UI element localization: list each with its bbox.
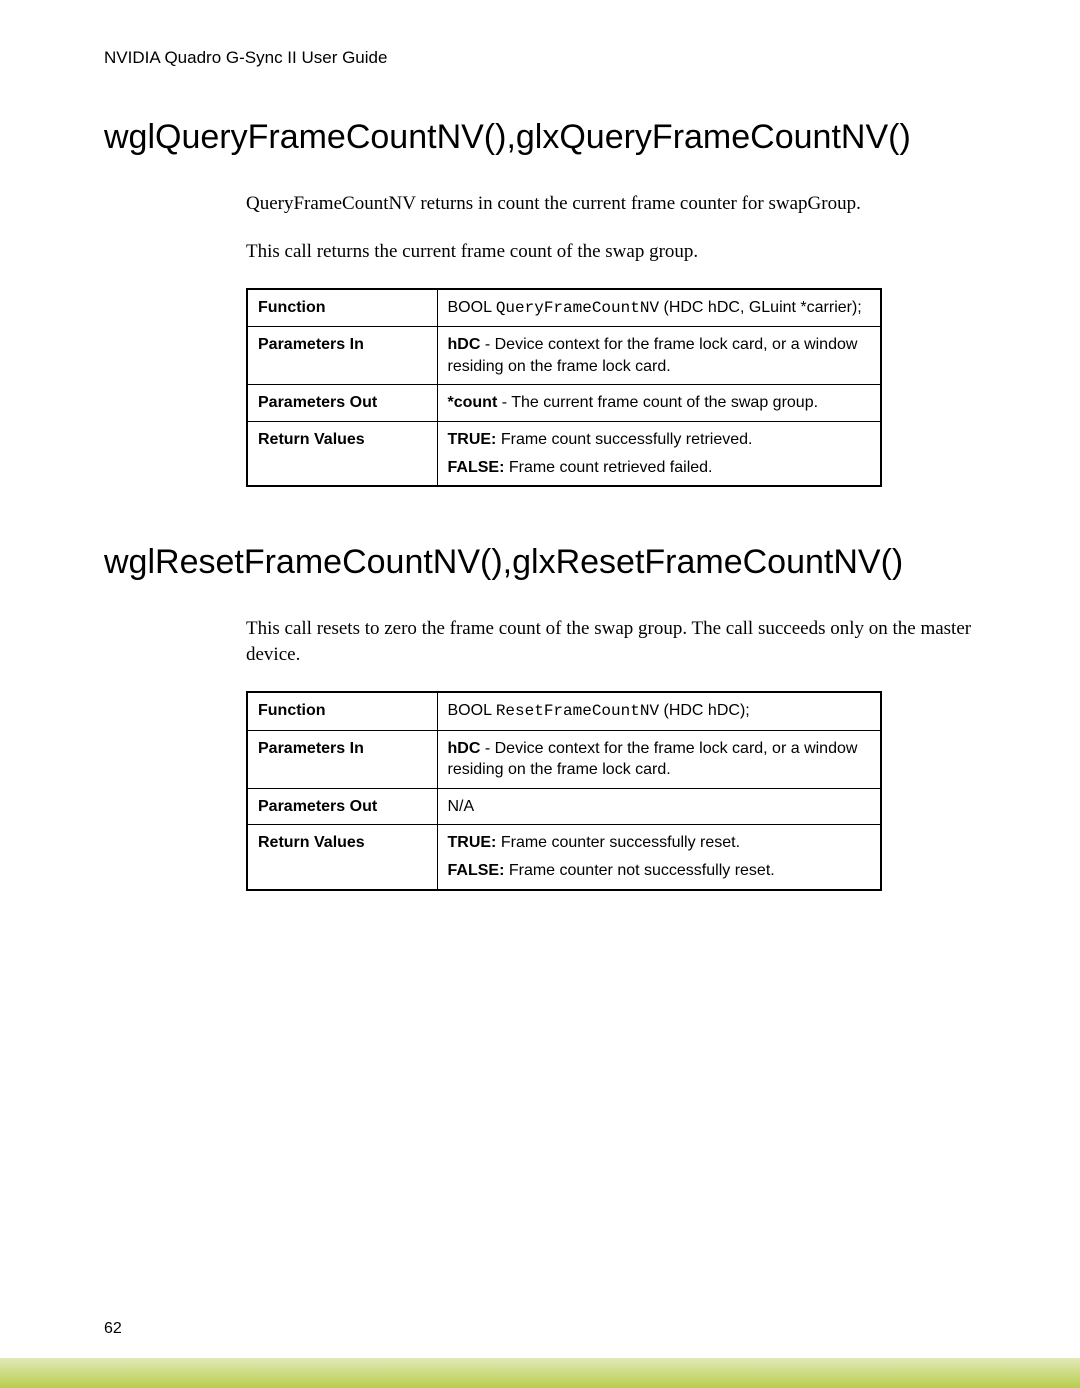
return-values-content: TRUE: Frame count successfully retrieved… bbox=[437, 422, 881, 487]
table-row: Parameters Out N/A bbox=[247, 788, 881, 825]
page-content: NVIDIA Quadro G-Sync II User Guide wglQu… bbox=[0, 0, 1080, 891]
params-out-label: Parameters Out bbox=[247, 385, 437, 422]
sig-name: QueryFrameCountNV bbox=[496, 299, 659, 317]
page-number: 62 bbox=[104, 1320, 122, 1338]
param-name: hDC bbox=[448, 336, 481, 353]
rv-key: FALSE: bbox=[448, 862, 505, 879]
param-desc: - Device context for the frame lock card… bbox=[448, 336, 858, 375]
sig-post: (HDC hDC); bbox=[659, 702, 750, 719]
function-signature: BOOL QueryFrameCountNV (HDC hDC, GLuint … bbox=[437, 289, 881, 327]
section2-table: Function BOOL ResetFrameCountNV (HDC hDC… bbox=[246, 691, 882, 891]
params-out-value: *count - The current frame count of the … bbox=[437, 385, 881, 422]
section2-heading: wglResetFrameCountNV(),glxResetFrameCoun… bbox=[104, 541, 990, 584]
return-values-label: Return Values bbox=[247, 422, 437, 487]
table-row: Parameters Out *count - The current fram… bbox=[247, 385, 881, 422]
params-in-value: hDC - Device context for the frame lock … bbox=[437, 327, 881, 385]
section1-table: Function BOOL QueryFrameCountNV (HDC hDC… bbox=[246, 288, 882, 488]
rv-desc: Frame counter successfully reset. bbox=[496, 834, 740, 851]
params-in-value: hDC - Device context for the frame lock … bbox=[437, 730, 881, 788]
params-out-label: Parameters Out bbox=[247, 788, 437, 825]
table-row: Parameters In hDC - Device context for t… bbox=[247, 730, 881, 788]
function-label: Function bbox=[247, 289, 437, 327]
sig-pre: BOOL bbox=[448, 702, 496, 719]
return-values-content: TRUE: Frame counter successfully reset. … bbox=[437, 825, 881, 890]
param-name: hDC bbox=[448, 740, 481, 757]
params-in-label: Parameters In bbox=[247, 730, 437, 788]
rv-desc: Frame counter not successfully reset. bbox=[504, 862, 774, 879]
running-header: NVIDIA Quadro G-Sync II User Guide bbox=[104, 48, 990, 68]
return-value-false: FALSE: Frame counter not successfully re… bbox=[448, 860, 871, 882]
return-value-true: TRUE: Frame counter successfully reset. bbox=[448, 832, 871, 854]
sig-name: ResetFrameCountNV bbox=[496, 702, 659, 720]
rv-key: TRUE: bbox=[448, 834, 497, 851]
rv-desc: Frame count successfully retrieved. bbox=[496, 431, 752, 448]
table-row: Return Values TRUE: Frame counter succes… bbox=[247, 825, 881, 890]
params-in-label: Parameters In bbox=[247, 327, 437, 385]
param-desc: - Device context for the frame lock card… bbox=[448, 740, 858, 779]
params-out-value: N/A bbox=[437, 788, 881, 825]
sig-post: (HDC hDC, GLuint *carrier); bbox=[659, 299, 862, 316]
sig-pre: BOOL bbox=[448, 299, 496, 316]
footer-gradient bbox=[0, 1358, 1080, 1388]
return-value-false: FALSE: Frame count retrieved failed. bbox=[448, 457, 871, 479]
rv-desc: Frame count retrieved failed. bbox=[504, 459, 712, 476]
table-row: Return Values TRUE: Frame count successf… bbox=[247, 422, 881, 487]
table-row: Function BOOL ResetFrameCountNV (HDC hDC… bbox=[247, 692, 881, 730]
rv-key: FALSE: bbox=[448, 459, 505, 476]
function-label: Function bbox=[247, 692, 437, 730]
table-row: Function BOOL QueryFrameCountNV (HDC hDC… bbox=[247, 289, 881, 327]
table-row: Parameters In hDC - Device context for t… bbox=[247, 327, 881, 385]
rv-key: TRUE: bbox=[448, 431, 497, 448]
return-values-label: Return Values bbox=[247, 825, 437, 890]
section1-para1: QueryFrameCountNV returns in count the c… bbox=[246, 191, 990, 218]
section1-heading: wglQueryFrameCountNV(),glxQueryFrameCoun… bbox=[104, 116, 990, 159]
param-desc: - The current frame count of the swap gr… bbox=[497, 394, 818, 411]
param-name: *count bbox=[448, 394, 498, 411]
section1-para2: This call returns the current frame coun… bbox=[246, 239, 990, 266]
function-signature: BOOL ResetFrameCountNV (HDC hDC); bbox=[437, 692, 881, 730]
return-value-true: TRUE: Frame count successfully retrieved… bbox=[448, 429, 871, 451]
section2-para1: This call resets to zero the frame count… bbox=[246, 616, 990, 669]
